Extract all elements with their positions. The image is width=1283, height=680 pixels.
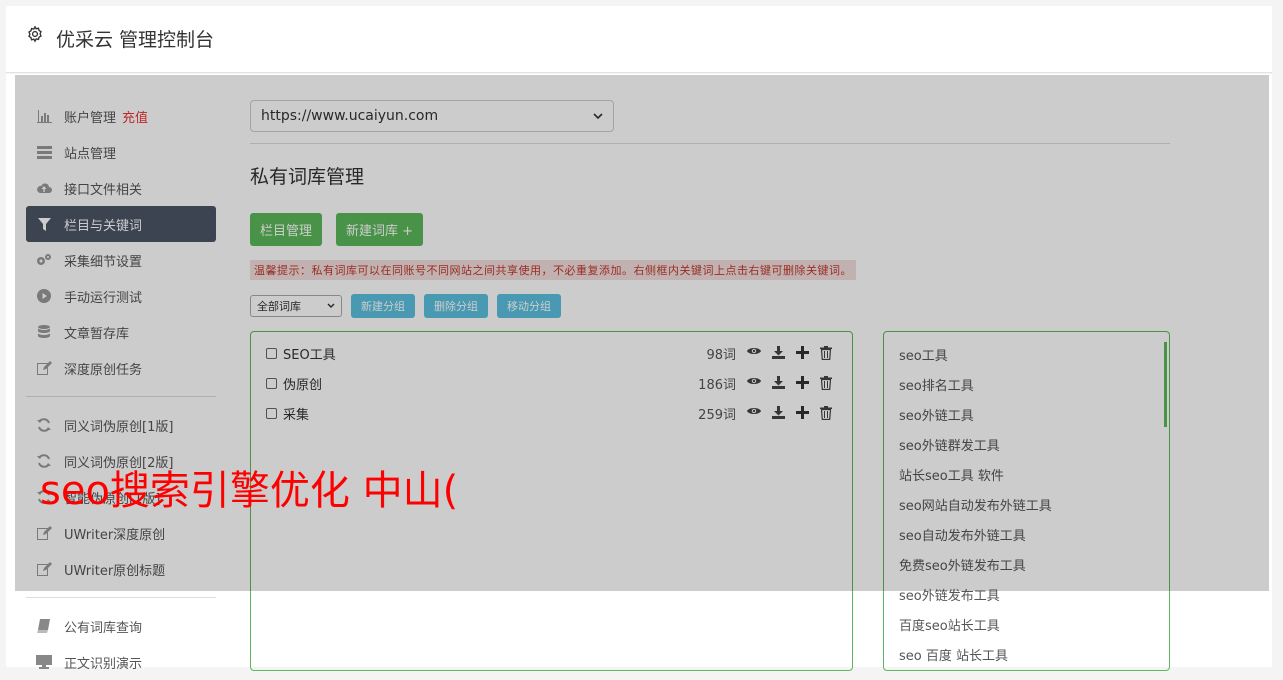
sidebar-divider xyxy=(26,597,216,598)
overlay-caption: seo搜索引擎优化 中山( xyxy=(40,468,459,514)
sidebar-item-label: 正文识别演示 xyxy=(64,656,143,672)
sidebar-item-text-recognition[interactable]: 正文识别演示 xyxy=(26,644,216,680)
sidebar-item-public-lib[interactable]: 公有词库查询 xyxy=(26,608,216,644)
app-title: 优采云 管理控制台 xyxy=(56,29,215,51)
list-item[interactable]: 百度seo站长工具 xyxy=(884,616,1169,646)
gear-icon xyxy=(28,25,42,43)
monitor-icon xyxy=(36,654,52,670)
top-header: 优采云 管理控制台 xyxy=(6,6,1272,73)
list-item[interactable]: seo 百度 站长工具 xyxy=(884,646,1169,676)
sidebar-item-label: 公有词库查询 xyxy=(64,620,143,636)
book-icon xyxy=(36,618,52,634)
